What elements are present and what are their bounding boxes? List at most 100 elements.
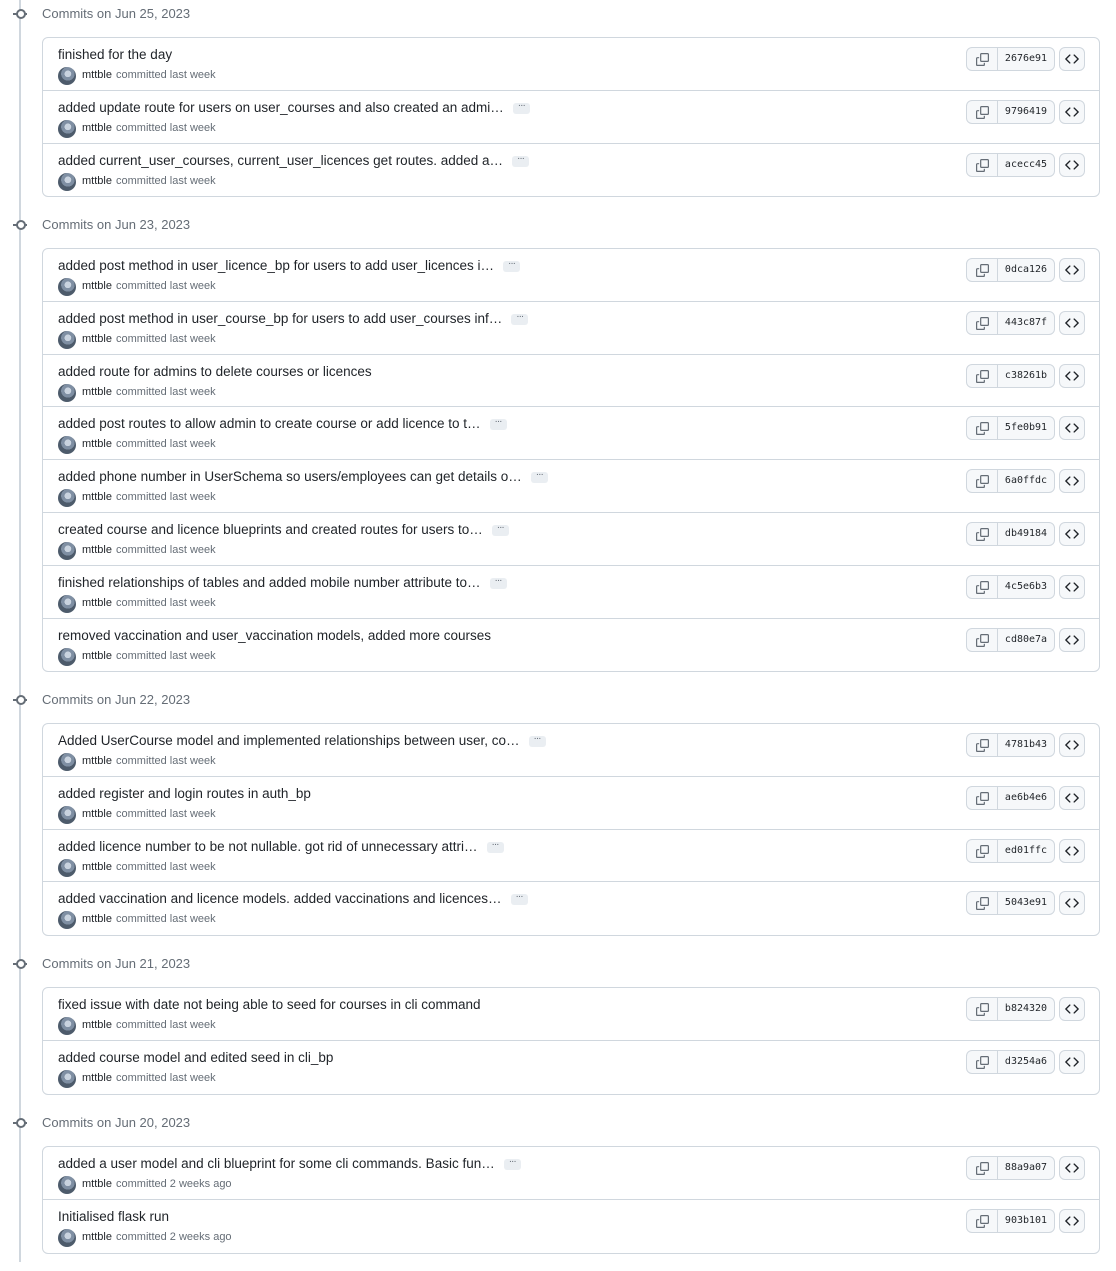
browse-repo-button[interactable] — [1059, 1156, 1085, 1180]
author-link[interactable]: mttble — [82, 175, 112, 187]
author-link[interactable]: mttble — [82, 650, 112, 662]
expand-message-button[interactable]: ··· — [503, 258, 521, 272]
commit-sha-link[interactable]: 4781b43 — [998, 734, 1054, 756]
expand-message-button[interactable]: ··· — [511, 311, 529, 325]
browse-repo-button[interactable] — [1059, 521, 1085, 546]
expand-message-button[interactable]: ··· — [530, 470, 548, 484]
commit-sha-link[interactable]: db49184 — [998, 523, 1054, 545]
copy-sha-button[interactable] — [967, 153, 998, 176]
expand-message-button[interactable]: ··· — [512, 153, 530, 167]
author-avatar[interactable] — [58, 594, 76, 613]
copy-sha-button[interactable] — [967, 364, 998, 387]
author-avatar[interactable] — [58, 383, 76, 402]
browse-repo-button[interactable] — [1059, 258, 1085, 282]
expand-message-button[interactable]: ··· — [528, 733, 546, 747]
author-avatar[interactable] — [58, 119, 76, 138]
author-link[interactable]: mttble — [82, 69, 112, 81]
commit-message-link[interactable]: added post routes to allow admin to crea… — [58, 416, 481, 431]
commit-sha-link[interactable]: 2676e91 — [998, 48, 1054, 70]
commit-message-link[interactable]: added update route for users on user_cou… — [58, 100, 504, 115]
commit-message-link[interactable]: fixed issue with date not being able to … — [58, 997, 480, 1012]
author-link[interactable]: mttble — [82, 913, 112, 925]
commit-sha-link[interactable]: cd80e7a — [998, 629, 1054, 651]
copy-sha-button[interactable] — [967, 575, 998, 598]
browse-repo-button[interactable] — [1059, 574, 1085, 599]
commit-sha-link[interactable]: 9796419 — [998, 101, 1054, 123]
expand-message-button[interactable]: ··· — [512, 100, 530, 114]
commit-sha-link[interactable]: c38261b — [998, 365, 1054, 387]
author-avatar[interactable] — [58, 1228, 76, 1247]
commit-sha-link[interactable]: 6a0ffdc — [998, 470, 1054, 492]
copy-sha-button[interactable] — [967, 892, 998, 915]
browse-repo-button[interactable] — [1059, 416, 1085, 441]
commit-sha-link[interactable]: 443c87f — [998, 312, 1054, 334]
copy-sha-button[interactable] — [967, 839, 998, 862]
expand-message-button[interactable]: ··· — [503, 1156, 521, 1170]
author-avatar[interactable] — [58, 278, 76, 296]
commit-message-link[interactable]: added vaccination and licence models. ad… — [58, 891, 502, 906]
copy-sha-button[interactable] — [967, 470, 998, 493]
copy-sha-button[interactable] — [967, 1209, 998, 1232]
author-avatar[interactable] — [58, 172, 76, 191]
author-avatar[interactable] — [58, 858, 76, 877]
author-link[interactable]: mttble — [82, 122, 112, 134]
browse-repo-button[interactable] — [1059, 838, 1085, 863]
commit-message-link[interactable]: added course model and edited seed in cl… — [58, 1050, 333, 1065]
commit-sha-link[interactable]: ae6b4e6 — [998, 787, 1054, 809]
author-avatar[interactable] — [58, 647, 76, 666]
commit-message-link[interactable]: Added UserCourse model and implemented r… — [58, 733, 520, 748]
copy-sha-button[interactable] — [967, 1050, 998, 1073]
commit-sha-link[interactable]: 5043e91 — [998, 892, 1054, 914]
copy-sha-button[interactable] — [967, 786, 998, 809]
copy-sha-button[interactable] — [967, 1157, 998, 1179]
commit-message-link[interactable]: added register and login routes in auth_… — [58, 786, 311, 801]
commit-message-link[interactable]: added licence number to be not nullable.… — [58, 839, 478, 854]
browse-repo-button[interactable] — [1059, 469, 1085, 494]
commit-message-link[interactable]: added phone number in UserSchema so user… — [58, 469, 522, 484]
browse-repo-button[interactable] — [1059, 47, 1085, 71]
author-avatar[interactable] — [58, 753, 76, 771]
browse-repo-button[interactable] — [1059, 785, 1085, 810]
expand-message-button[interactable]: ··· — [486, 839, 504, 853]
author-link[interactable]: mttble — [82, 544, 112, 556]
author-link[interactable]: mttble — [82, 280, 112, 292]
copy-sha-button[interactable] — [967, 100, 998, 123]
commit-message-link[interactable]: finished for the day — [58, 47, 172, 62]
commit-sha-link[interactable]: 903b101 — [998, 1210, 1054, 1232]
copy-sha-button[interactable] — [967, 417, 998, 440]
expand-message-button[interactable]: ··· — [491, 522, 509, 536]
author-link[interactable]: mttble — [82, 1019, 112, 1031]
commit-message-link[interactable]: added post method in user_licence_bp for… — [58, 258, 494, 273]
browse-repo-button[interactable] — [1059, 997, 1085, 1021]
author-avatar[interactable] — [58, 805, 76, 824]
copy-sha-button[interactable] — [967, 48, 998, 70]
browse-repo-button[interactable] — [1059, 733, 1085, 757]
commit-sha-link[interactable]: 88a9a07 — [998, 1157, 1054, 1179]
commit-message-link[interactable]: added post method in user_course_bp for … — [58, 311, 502, 326]
author-avatar[interactable] — [58, 436, 76, 455]
author-link[interactable]: mttble — [82, 1231, 112, 1243]
browse-repo-button[interactable] — [1059, 310, 1085, 335]
browse-repo-button[interactable] — [1059, 627, 1085, 652]
author-link[interactable]: mttble — [82, 597, 112, 609]
commit-sha-link[interactable]: 4c5e6b3 — [998, 576, 1054, 598]
author-avatar[interactable] — [58, 911, 76, 930]
author-avatar[interactable] — [58, 1069, 76, 1088]
copy-sha-button[interactable] — [967, 998, 998, 1020]
copy-sha-button[interactable] — [967, 734, 998, 756]
author-avatar[interactable] — [58, 330, 76, 349]
author-avatar[interactable] — [58, 67, 76, 85]
commit-message-link[interactable]: created course and licence blueprints an… — [58, 522, 483, 537]
commit-sha-link[interactable]: 5fe0b91 — [998, 417, 1054, 439]
expand-message-button[interactable]: ··· — [489, 417, 507, 431]
commit-sha-link[interactable]: acecc45 — [998, 154, 1054, 176]
author-link[interactable]: mttble — [82, 386, 112, 398]
author-avatar[interactable] — [58, 489, 76, 508]
commit-message-link[interactable]: removed vaccination and user_vaccination… — [58, 628, 491, 643]
copy-sha-button[interactable] — [967, 311, 998, 334]
expand-message-button[interactable]: ··· — [510, 892, 528, 906]
expand-message-button[interactable]: ··· — [489, 575, 507, 589]
commit-message-link[interactable]: added a user model and cli blueprint for… — [58, 1156, 495, 1171]
commit-sha-link[interactable]: ed01ffc — [998, 840, 1054, 862]
commit-sha-link[interactable]: b824320 — [998, 998, 1054, 1020]
